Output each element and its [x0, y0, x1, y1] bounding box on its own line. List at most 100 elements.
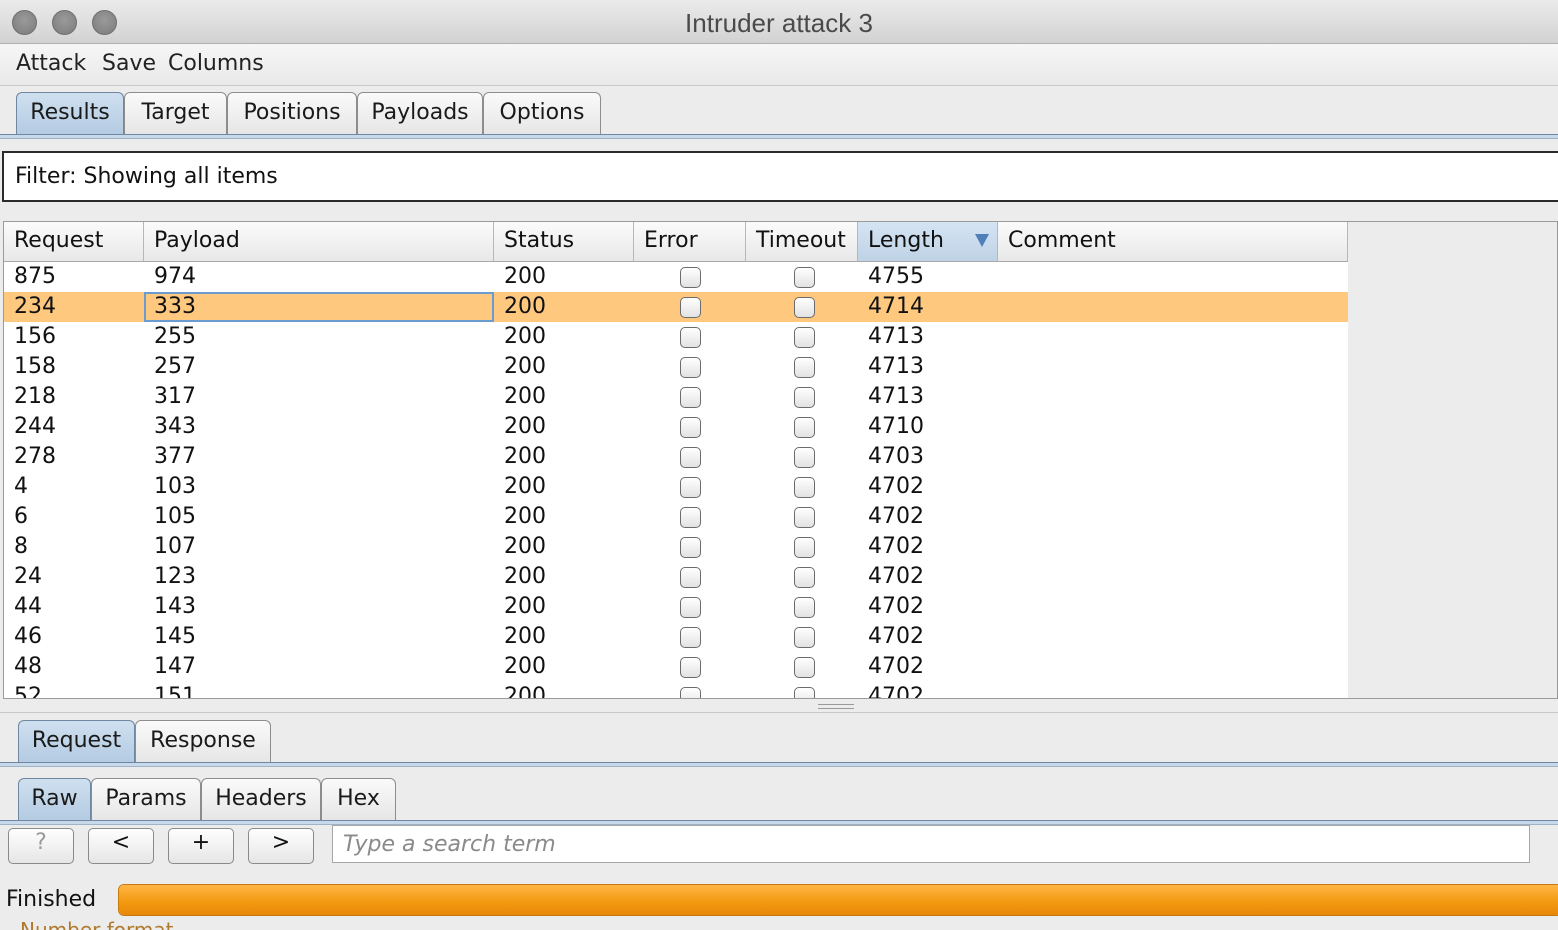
column-header-payload[interactable]: Payload [144, 222, 494, 261]
payload-cell: 255 [154, 324, 196, 349]
progress-bar [118, 884, 1558, 916]
progress-bar-fill [119, 885, 1558, 915]
column-header-error[interactable]: Error [634, 222, 746, 261]
timeout-cell [746, 412, 858, 442]
status-cell: 200 [504, 564, 546, 589]
payload-cell: 143 [154, 594, 196, 619]
timeout-checkbox [794, 627, 815, 648]
column-header-length[interactable]: Length [858, 222, 998, 261]
add-button[interactable]: + [168, 828, 234, 864]
error-checkbox [680, 627, 701, 648]
filter-bar[interactable]: Filter: Showing all items [2, 151, 1558, 202]
tab-headers[interactable]: Headers [201, 778, 321, 820]
table-row[interactable]: 46 145 200 4702 [4, 622, 1348, 652]
timeout-checkbox [794, 357, 815, 378]
status-cell: 200 [504, 294, 546, 319]
error-checkbox [680, 357, 701, 378]
error-cell [634, 472, 746, 502]
tab-results[interactable]: Results [16, 92, 124, 134]
length-cell: 4702 [868, 624, 924, 649]
timeout-checkbox [794, 537, 815, 558]
table-row[interactable]: 44 143 200 4702 [4, 592, 1348, 622]
error-cell [634, 352, 746, 382]
request-cell: 218 [14, 384, 56, 409]
payload-cell: 103 [154, 474, 196, 499]
table-row[interactable]: 156 255 200 4713 [4, 322, 1348, 352]
table-row[interactable]: 234 333 200 4714 [4, 292, 1348, 322]
table-row[interactable]: 278 377 200 4703 [4, 442, 1348, 472]
timeout-cell [746, 262, 858, 292]
table-row[interactable]: 158 257 200 4713 [4, 352, 1348, 382]
request-cell: 278 [14, 444, 56, 469]
timeout-cell [746, 682, 858, 698]
column-header-timeout[interactable]: Timeout [746, 222, 858, 261]
error-checkbox [680, 387, 701, 408]
table-row[interactable]: 218 317 200 4713 [4, 382, 1348, 412]
payload-cell: 257 [154, 354, 196, 379]
request-cell: 244 [14, 414, 56, 439]
error-cell [634, 292, 746, 322]
table-row[interactable]: 24 123 200 4702 [4, 562, 1348, 592]
menu-columns[interactable]: Columns [168, 51, 264, 76]
table-row[interactable]: 6 105 200 4702 [4, 502, 1348, 532]
error-cell [634, 532, 746, 562]
payload-cell: 123 [154, 564, 196, 589]
length-cell: 4702 [868, 534, 924, 559]
length-cell: 4702 [868, 654, 924, 679]
previous-match-button[interactable]: < [88, 828, 154, 864]
column-header-comment[interactable]: Comment [998, 222, 1348, 261]
help-button[interactable]: ? [8, 828, 74, 864]
tab-strip-divider [0, 134, 1558, 139]
comment-cell [998, 652, 1348, 682]
length-cell: 4703 [868, 444, 924, 469]
payload-cell: 974 [154, 264, 196, 289]
table-row[interactable]: 875 974 200 4755 [4, 262, 1348, 292]
table-row[interactable]: 244 343 200 4710 [4, 412, 1348, 442]
status-cell: 200 [504, 624, 546, 649]
length-cell: 4713 [868, 354, 924, 379]
timeout-cell [746, 442, 858, 472]
tab-target[interactable]: Target [124, 92, 227, 134]
table-row[interactable]: 48 147 200 4702 [4, 652, 1348, 682]
menu-attack[interactable]: Attack [16, 51, 86, 76]
tab-response[interactable]: Response [135, 720, 271, 762]
comment-cell [998, 262, 1348, 292]
column-header-request[interactable]: Request [4, 222, 144, 261]
title-bar: Intruder attack 3 [0, 0, 1558, 44]
split-pane-divider[interactable] [0, 699, 1558, 713]
request-cell: 234 [14, 294, 56, 319]
timeout-cell [746, 382, 858, 412]
request-cell: 48 [14, 654, 42, 679]
table-row[interactable]: 52 151 200 4702 [4, 682, 1348, 699]
table-row[interactable]: 4 103 200 4702 [4, 472, 1348, 502]
status-cell: 200 [504, 264, 546, 289]
error-checkbox [680, 537, 701, 558]
length-cell: 4755 [868, 264, 924, 289]
tab-raw[interactable]: Raw [18, 778, 91, 820]
search-input[interactable] [332, 825, 1530, 863]
error-checkbox [680, 597, 701, 618]
column-header-status[interactable]: Status [494, 222, 634, 261]
comment-cell [998, 412, 1348, 442]
timeout-checkbox [794, 417, 815, 438]
tab-params[interactable]: Params [91, 778, 201, 820]
sort-descending-icon [975, 234, 989, 247]
timeout-cell [746, 352, 858, 382]
tab-positions[interactable]: Positions [227, 92, 357, 134]
tab-options[interactable]: Options [483, 92, 601, 134]
tab-hex[interactable]: Hex [321, 778, 396, 820]
status-cell: 200 [504, 474, 546, 499]
tab-payloads[interactable]: Payloads [357, 92, 483, 134]
request-cell: 52 [14, 684, 42, 699]
error-cell [634, 262, 746, 292]
window-title: Intruder attack 3 [685, 8, 873, 38]
error-checkbox [680, 507, 701, 528]
timeout-cell [746, 652, 858, 682]
table-row[interactable]: 8 107 200 4702 [4, 532, 1348, 562]
menu-save[interactable]: Save [102, 51, 156, 76]
tab-request[interactable]: Request [18, 720, 135, 762]
payload-cell: 377 [154, 444, 196, 469]
menu-bar: Attack Save Columns [0, 44, 1558, 86]
timeout-cell [746, 592, 858, 622]
next-match-button[interactable]: > [248, 828, 314, 864]
